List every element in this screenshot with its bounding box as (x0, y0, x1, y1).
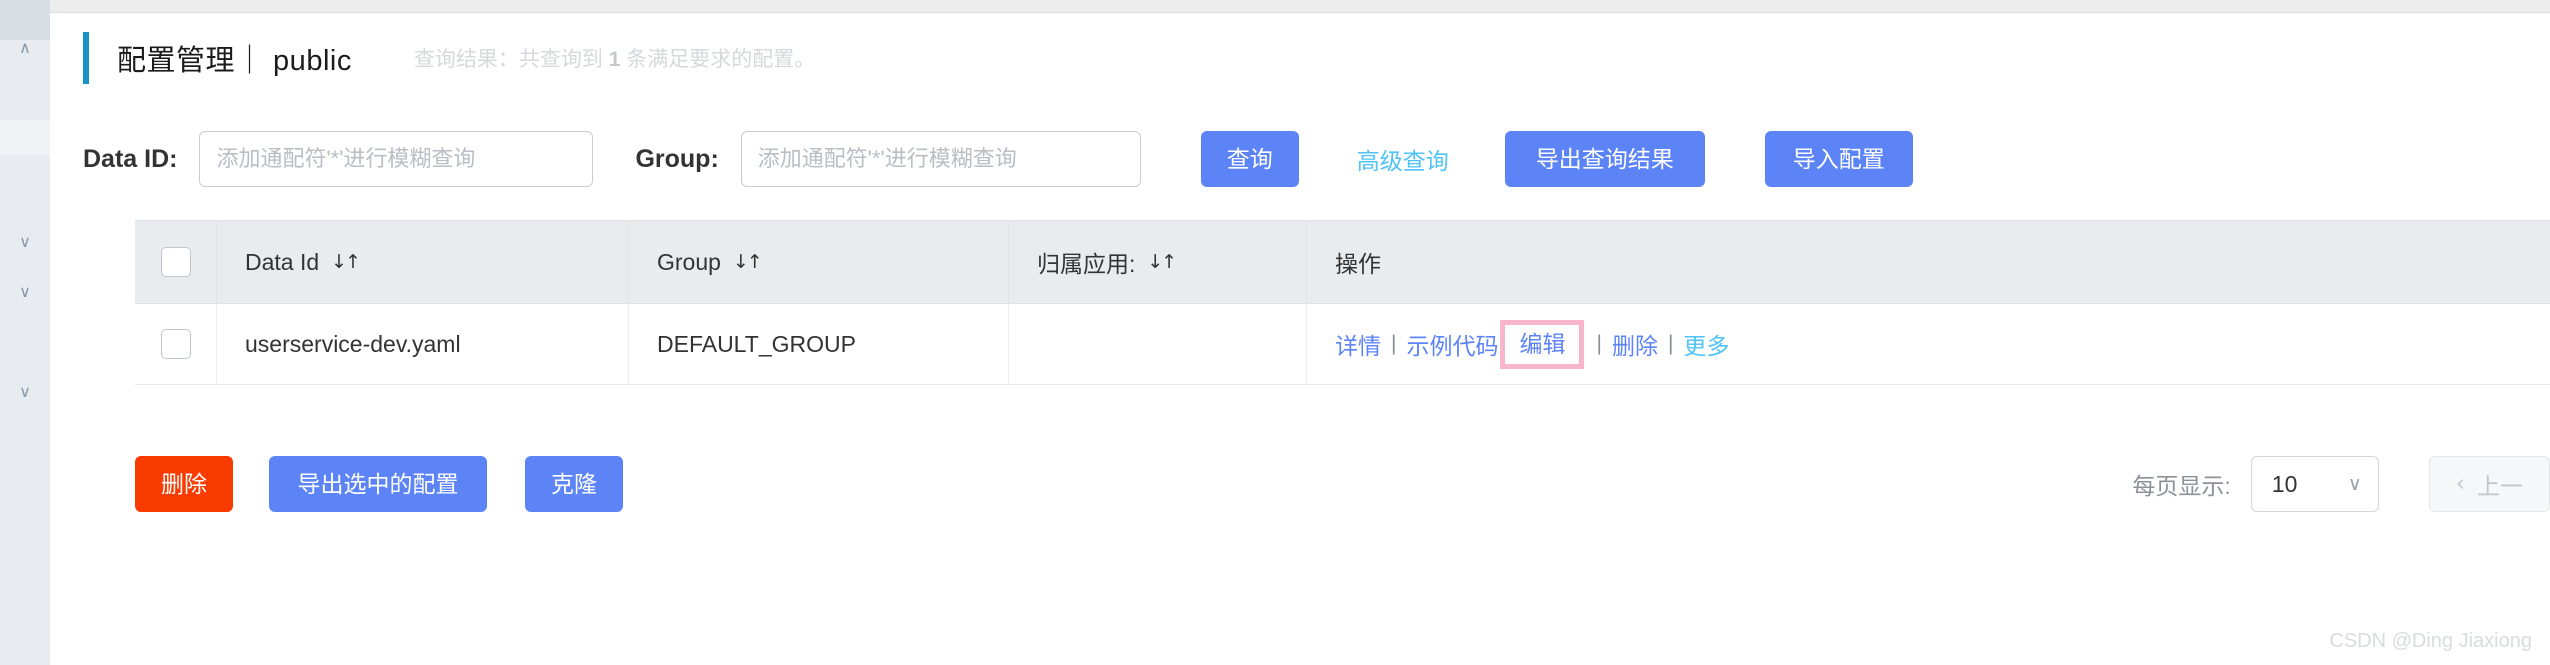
result-suffix: 条满足要求的配置。 (620, 48, 816, 71)
header-app-label: 归属应用: (1037, 251, 1136, 277)
search-input-group[interactable] (740, 131, 1141, 187)
op-separator-1: | (1391, 332, 1397, 355)
rail-band-third (0, 120, 50, 155)
header-app[interactable]: 归属应用: ↓↑ (1009, 221, 1307, 303)
row-action-detail[interactable]: 详情 (1335, 327, 1381, 361)
left-sidebar-rail: ∧ ∨ ∨ ∨ (0, 0, 50, 665)
page-size-label: 每页显示: (2132, 473, 2231, 499)
bulk-actions-toolbar: 删除 导出选中的配置 克隆 (135, 455, 623, 513)
cell-app (1009, 304, 1307, 384)
op-separator-3: | (1667, 332, 1674, 355)
export-query-result-button[interactable]: 导出查询结果 (1504, 131, 1705, 187)
select-all-cell (135, 221, 217, 303)
cell-group: DEFAULT_GROUP (629, 304, 1009, 384)
header-ops-label: 操作 (1335, 251, 1381, 277)
select-all-checkbox[interactable] (160, 247, 191, 277)
chevron-down-icon-2[interactable]: ∨ (0, 282, 50, 302)
query-result-summary: 查询结果：共查询到 1 条满足要求的配置。 (414, 43, 815, 73)
sort-icon-group[interactable]: ↓↑ (733, 251, 763, 273)
sort-icon-app[interactable]: ↓↑ (1147, 251, 1177, 273)
row-checkbox[interactable] (160, 329, 191, 359)
table-header-row: Data Id ↓↑ Group ↓↑ 归属应用: ↓↑ 操作 (135, 220, 2550, 304)
row-select-cell (135, 304, 217, 384)
page-header: 配置管理｜ public 查询结果：共查询到 1 条满足要求的配置。 (50, 30, 815, 86)
chevron-up-icon[interactable]: ∧ (0, 38, 50, 58)
chevron-left-icon: ‹ (2455, 471, 2465, 497)
page-size-value: 10 (2271, 470, 2298, 497)
page-title: 配置管理｜ public (117, 45, 352, 77)
export-selected-button[interactable]: 导出选中的配置 (269, 456, 487, 512)
config-table: Data Id ↓↑ Group ↓↑ 归属应用: ↓↑ 操作 userserv… (135, 220, 2550, 385)
row-action-edit-highlight: 编辑 (1500, 319, 1585, 369)
title-accent-bar (83, 32, 89, 84)
page-size-select[interactable]: 10 ∨ (2250, 456, 2379, 512)
clone-button[interactable]: 克隆 (525, 456, 623, 512)
row-action-delete[interactable]: 删除 (1612, 327, 1658, 361)
cell-operations: 详情 | 示例代码 编辑 | 删除 | 更多 (1307, 304, 2550, 384)
chevron-down-icon-1[interactable]: ∨ (0, 232, 50, 252)
advanced-query-link[interactable]: 高级查询 (1357, 142, 1449, 176)
sort-icon-data-id[interactable]: ↓↑ (331, 251, 361, 273)
import-config-button[interactable]: 导入配置 (1764, 131, 1913, 187)
query-button[interactable]: 查询 (1200, 131, 1299, 187)
pagination-controls: 每页显示: 10 ∨ ‹ 上一 (2132, 455, 2550, 513)
chevron-down-icon: ∨ (2347, 473, 2362, 495)
rail-band-top (0, 0, 50, 40)
op-separator-2: | (1596, 332, 1602, 355)
previous-page-button[interactable]: ‹ 上一 (2428, 456, 2550, 512)
top-strip (50, 0, 2550, 13)
previous-page-label: 上一 (2477, 473, 2523, 499)
table-row: userservice-dev.yaml DEFAULT_GROUP 详情 | … (135, 304, 2550, 385)
header-data-id-label: Data Id (245, 248, 320, 275)
cell-data-id: userservice-dev.yaml (217, 304, 629, 384)
result-count: 1 (608, 48, 621, 71)
watermark: CSDN @Ding Jiaxiong (2329, 630, 2532, 652)
row-action-more[interactable]: 更多 (1683, 327, 1729, 361)
header-group[interactable]: Group ↓↑ (629, 221, 1009, 303)
result-prefix: 查询结果：共查询到 (413, 48, 609, 71)
chevron-down-icon-3[interactable]: ∨ (0, 382, 50, 402)
header-group-label: Group (657, 248, 721, 275)
group-label: Group: (635, 144, 719, 173)
dataid-label: Data ID: (83, 144, 178, 173)
bulk-delete-button[interactable]: 删除 (135, 456, 233, 512)
header-data-id[interactable]: Data Id ↓↑ (217, 221, 629, 303)
header-ops: 操作 (1307, 221, 2550, 303)
row-action-sample-code[interactable]: 示例代码 (1406, 327, 1498, 361)
search-toolbar: Data ID: Group: 查询 高级查询 导出查询结果 导入配置 (50, 128, 1913, 190)
main-content: 配置管理｜ public 查询结果：共查询到 1 条满足要求的配置。 Data … (50, 0, 2550, 665)
row-action-edit[interactable]: 编辑 (1519, 332, 1565, 356)
search-input-dataid[interactable] (199, 131, 594, 187)
